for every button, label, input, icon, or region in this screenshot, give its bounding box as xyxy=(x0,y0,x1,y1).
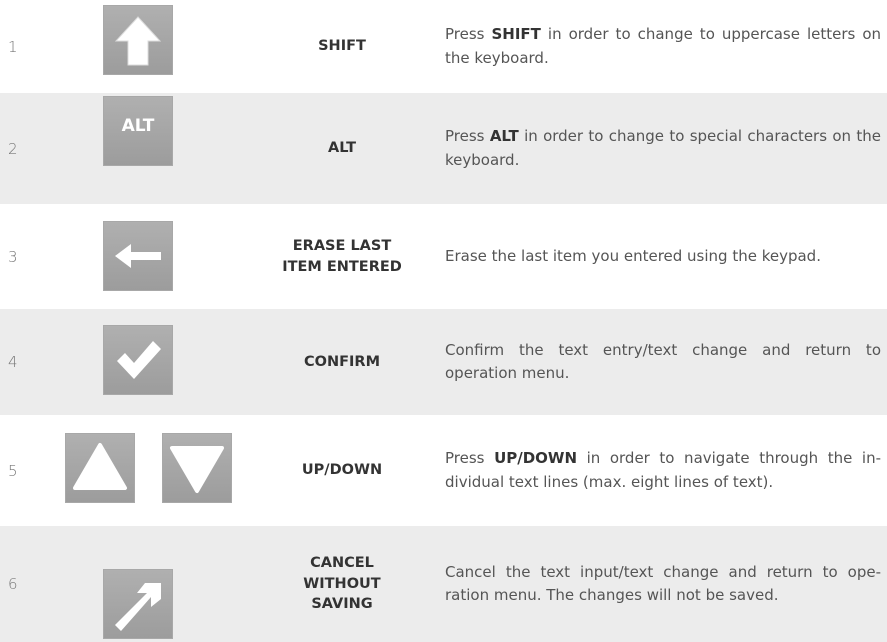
row-number: 6 xyxy=(8,575,18,593)
up-arrow-icon xyxy=(103,5,173,75)
function-description: Cancel the text input/text change and re… xyxy=(445,562,881,604)
function-name: SHIFT xyxy=(318,38,366,55)
function-name: ALT xyxy=(328,140,356,157)
row-number: 3 xyxy=(8,247,18,266)
alt-key-icon: ALT xyxy=(103,96,173,166)
function-description: Press ALT in order to change to special … xyxy=(445,127,881,169)
table-row: 5 UP/DOWN Press UP/DOWN in order to navi… xyxy=(0,415,887,526)
row-number: 2 xyxy=(8,139,18,158)
function-description: Press UP/DOWN in order to navigate throu… xyxy=(445,449,881,491)
up-triangle-icon xyxy=(65,433,135,503)
checkmark-icon xyxy=(103,325,173,395)
function-description: Confirm the text entry/text change and r… xyxy=(445,340,881,382)
row-number: 4 xyxy=(8,353,18,371)
function-name: ERASE LAST ITEM ENTERED xyxy=(282,237,402,275)
diagonal-arrow-icon xyxy=(103,569,173,639)
row-number: 1 xyxy=(8,37,18,56)
row-number: 5 xyxy=(8,461,18,480)
table-row: 3 ERASE LAST ITEM ENTERED Erase the last … xyxy=(0,204,887,309)
function-name: UP/DOWN xyxy=(301,462,383,479)
table-row: 2 ALT ALT Press ALT in order to change t… xyxy=(0,93,887,204)
table-row: 6 CANCEL WITHOUT SAVING Cancel the text in… xyxy=(0,526,887,642)
keyboard-functions-table: 1 SHIFT Press SHIFT in order to change t… xyxy=(0,0,887,642)
function-description: Press SHIFT in order to change to upperc… xyxy=(445,25,881,67)
left-arrow-icon xyxy=(103,221,173,291)
function-name: CANCEL WITHOUT SAVING xyxy=(303,555,381,613)
function-description: Erase the last item you entered using th… xyxy=(445,246,821,265)
table-row: 4 CONFIRM Confirm the text entry/text ch… xyxy=(0,309,887,415)
alt-key-label: ALT xyxy=(121,116,155,136)
function-name: CONFIRM xyxy=(304,353,380,370)
down-triangle-icon xyxy=(162,433,232,503)
table-row: 1 SHIFT Press SHIFT in order to change t… xyxy=(0,0,887,93)
